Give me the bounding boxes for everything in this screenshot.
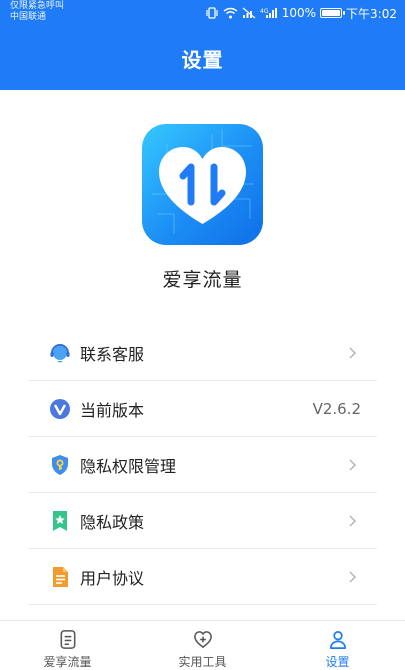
tab-traffic[interactable]: 爱享流量 xyxy=(0,621,135,670)
document-icon xyxy=(60,630,75,649)
menu-item-contact-service[interactable]: 联系客服 xyxy=(28,325,377,381)
app-name: 爱享流量 xyxy=(162,269,243,291)
battery-icon xyxy=(320,8,346,18)
status-indicators: 4G 100% 下午3:02 xyxy=(205,6,397,21)
menu-item-label: 当前版本 xyxy=(80,400,145,420)
carrier-line-2: 中国联通 xyxy=(10,12,47,22)
heart-plus-icon xyxy=(193,631,212,649)
settings-menu: 联系客服 当前版本 V2.6.2 隐私权限管理 隐私政策 用户协议 xyxy=(28,325,377,605)
signal-icon: 4G xyxy=(260,8,277,18)
shield-key-icon xyxy=(48,453,72,477)
menu-item-privacy-policy[interactable]: 隐私政策 xyxy=(28,493,377,549)
svg-text:4G: 4G xyxy=(260,8,269,15)
bottom-navigation: 爱享流量 实用工具 设置 xyxy=(0,620,405,670)
menu-item-label: 用户协议 xyxy=(80,568,145,588)
wifi-icon xyxy=(223,7,238,19)
battery-percent: 100% xyxy=(281,6,317,20)
menu-item-label: 隐私权限管理 xyxy=(80,456,177,476)
no-sim-signal-icon xyxy=(242,7,256,19)
menu-item-current-version[interactable]: 当前版本 V2.6.2 xyxy=(28,381,377,437)
chevron-right-icon xyxy=(349,346,357,359)
user-icon xyxy=(329,631,346,649)
app-header: 仅限紧急呼叫 中国联通 4G 100% 下午3:02 设置 xyxy=(0,0,405,90)
star-document-icon xyxy=(48,509,72,533)
customer-service-icon xyxy=(48,341,72,365)
chevron-right-icon xyxy=(349,458,357,471)
menu-item-label: 隐私政策 xyxy=(80,512,145,532)
battery-fill xyxy=(322,10,341,16)
vibrate-icon xyxy=(206,7,218,19)
document-icon xyxy=(48,565,72,589)
menu-item-user-agreement[interactable]: 用户协议 xyxy=(28,549,377,605)
chevron-right-icon xyxy=(349,514,357,527)
carrier-line-1: 仅限紧急呼叫 xyxy=(10,1,65,11)
page-title: 设置 xyxy=(181,48,224,72)
menu-item-privacy-permissions[interactable]: 隐私权限管理 xyxy=(28,437,377,493)
chevron-right-icon xyxy=(349,570,357,583)
tab-label: 设置 xyxy=(325,655,350,669)
carrier-info: 仅限紧急呼叫 中国联通 xyxy=(10,1,64,23)
status-bar: 仅限紧急呼叫 中国联通 4G 100% 下午3:02 xyxy=(0,0,405,28)
tab-settings[interactable]: 设置 xyxy=(270,621,405,670)
version-icon xyxy=(48,397,72,421)
tab-tools[interactable]: 实用工具 xyxy=(135,621,270,670)
app-logo xyxy=(142,124,263,245)
tab-label: 实用工具 xyxy=(178,655,227,669)
tab-label: 爱享流量 xyxy=(43,655,92,669)
heart-arrows-icon xyxy=(152,129,254,234)
menu-item-label: 联系客服 xyxy=(80,344,145,364)
clock: 下午3:02 xyxy=(346,6,397,21)
version-number: V2.6.2 xyxy=(312,399,361,418)
